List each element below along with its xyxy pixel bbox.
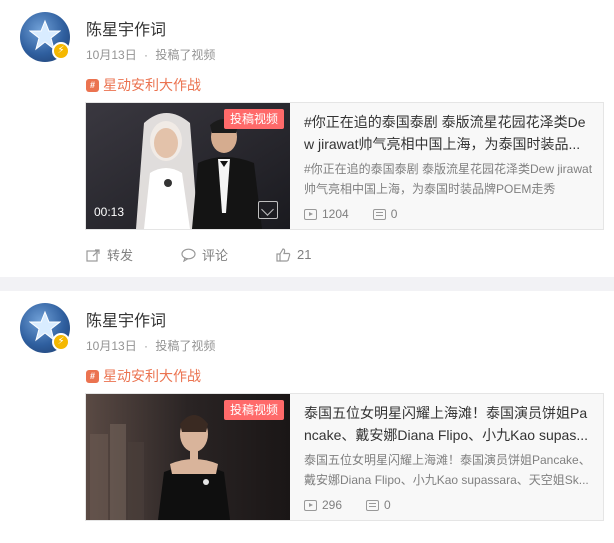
username[interactable]: 陈星宇作词 xyxy=(86,307,166,331)
comment-count-value: 0 xyxy=(384,498,391,512)
topic-label: 星动安利大作战 xyxy=(103,77,201,93)
comment-label: 评论 xyxy=(202,248,229,263)
meta-separator: · xyxy=(144,339,149,353)
video-stats: 1204 0 xyxy=(304,207,421,221)
video-description: 泰国五位女明星闪耀上海滩！泰国演员饼姐Pancake、戴安娜Diana Flip… xyxy=(304,453,591,487)
repost-icon xyxy=(86,248,100,262)
play-icon xyxy=(304,499,317,511)
post-meta: 10月13日 · 投稿了视频 xyxy=(86,46,219,63)
play-count-value: 296 xyxy=(322,498,343,512)
video-thumbnail[interactable]: 投稿视频 00:13 xyxy=(86,103,290,229)
like-count: 21 xyxy=(297,247,312,262)
topic-icon: # xyxy=(86,369,99,383)
comment-box-icon xyxy=(366,499,380,511)
verified-badge-icon: ⚡ xyxy=(52,42,70,60)
post-actions: 转发 评论 21 xyxy=(86,245,360,264)
topic-link[interactable]: # 星动安利大作战 xyxy=(86,366,201,386)
comment-count: 0 xyxy=(366,498,391,512)
play-icon xyxy=(304,208,317,220)
topic-link[interactable]: # 星动安利大作战 xyxy=(86,75,201,95)
comment-button[interactable]: 评论 xyxy=(181,245,228,264)
verified-badge-icon: ⚡ xyxy=(52,333,70,351)
comment-icon xyxy=(181,248,196,262)
play-count-value: 1204 xyxy=(322,207,349,221)
video-info: 泰国五位女明星闪耀上海滩！泰国演员饼姐Pancake、戴安娜Diana Flip… xyxy=(304,394,596,520)
topic-label: 星动安利大作战 xyxy=(103,368,201,384)
fullscreen-icon[interactable] xyxy=(258,201,278,219)
thumbs-up-icon xyxy=(276,247,291,262)
post-date[interactable]: 10月13日 xyxy=(86,339,137,353)
meta-separator: · xyxy=(144,48,149,62)
like-button[interactable]: 21 xyxy=(276,245,312,264)
video-stats: 296 0 xyxy=(304,498,415,512)
video-title[interactable]: 泰国五位女明星闪耀上海滩！泰国演员饼姐Pancake、戴安娜Diana Flip… xyxy=(304,402,594,446)
comment-count-value: 0 xyxy=(390,207,398,221)
video-card[interactable]: 投稿视频 泰国五位女明星闪耀上海滩！泰国演员饼姐Pancake、戴安娜Diana… xyxy=(85,393,604,521)
comment-count: 0 xyxy=(372,207,398,221)
feed-card: ⚡ 陈星宇作词 10月13日 · 投稿了视频 # 星动安利大作战 xyxy=(0,0,614,277)
post-date[interactable]: 10月13日 xyxy=(86,48,137,62)
video-info: #你正在追的泰国泰剧 泰版流星花园花泽类Dew jirawat帅气亮相中国上海，… xyxy=(304,103,596,229)
repost-label: 转发 xyxy=(107,248,134,263)
play-count: 1204 xyxy=(304,207,349,221)
play-count: 296 xyxy=(304,498,342,512)
username[interactable]: 陈星宇作词 xyxy=(86,16,166,40)
video-duration: 00:13 xyxy=(94,205,125,219)
repost-button[interactable]: 转发 xyxy=(86,245,133,264)
post-action-text: 投稿了视频 xyxy=(155,48,216,62)
video-card[interactable]: 投稿视频 00:13 #你正在追的泰国泰剧 泰版流星花园花泽类Dew jiraw… xyxy=(85,102,604,230)
video-title[interactable]: #你正在追的泰国泰剧 泰版流星花园花泽类Dew jirawat帅气亮相中国上海，… xyxy=(304,111,594,155)
video-tag: 投稿视频 xyxy=(224,109,285,129)
post-action-text: 投稿了视频 xyxy=(155,339,216,353)
video-thumbnail[interactable]: 投稿视频 xyxy=(86,394,290,520)
video-description: #你正在追的泰国泰剧 泰版流星花园花泽类Dew jirawat帅气亮相中国上海，… xyxy=(304,162,593,196)
topic-icon: # xyxy=(86,78,99,92)
video-tag: 投稿视频 xyxy=(224,400,285,420)
post-meta: 10月13日 · 投稿了视频 xyxy=(86,337,219,354)
comment-box-icon xyxy=(372,208,386,220)
feed-card: ⚡ 陈星宇作词 10月13日 · 投稿了视频 # 星动安利大作战 xyxy=(0,291,614,543)
